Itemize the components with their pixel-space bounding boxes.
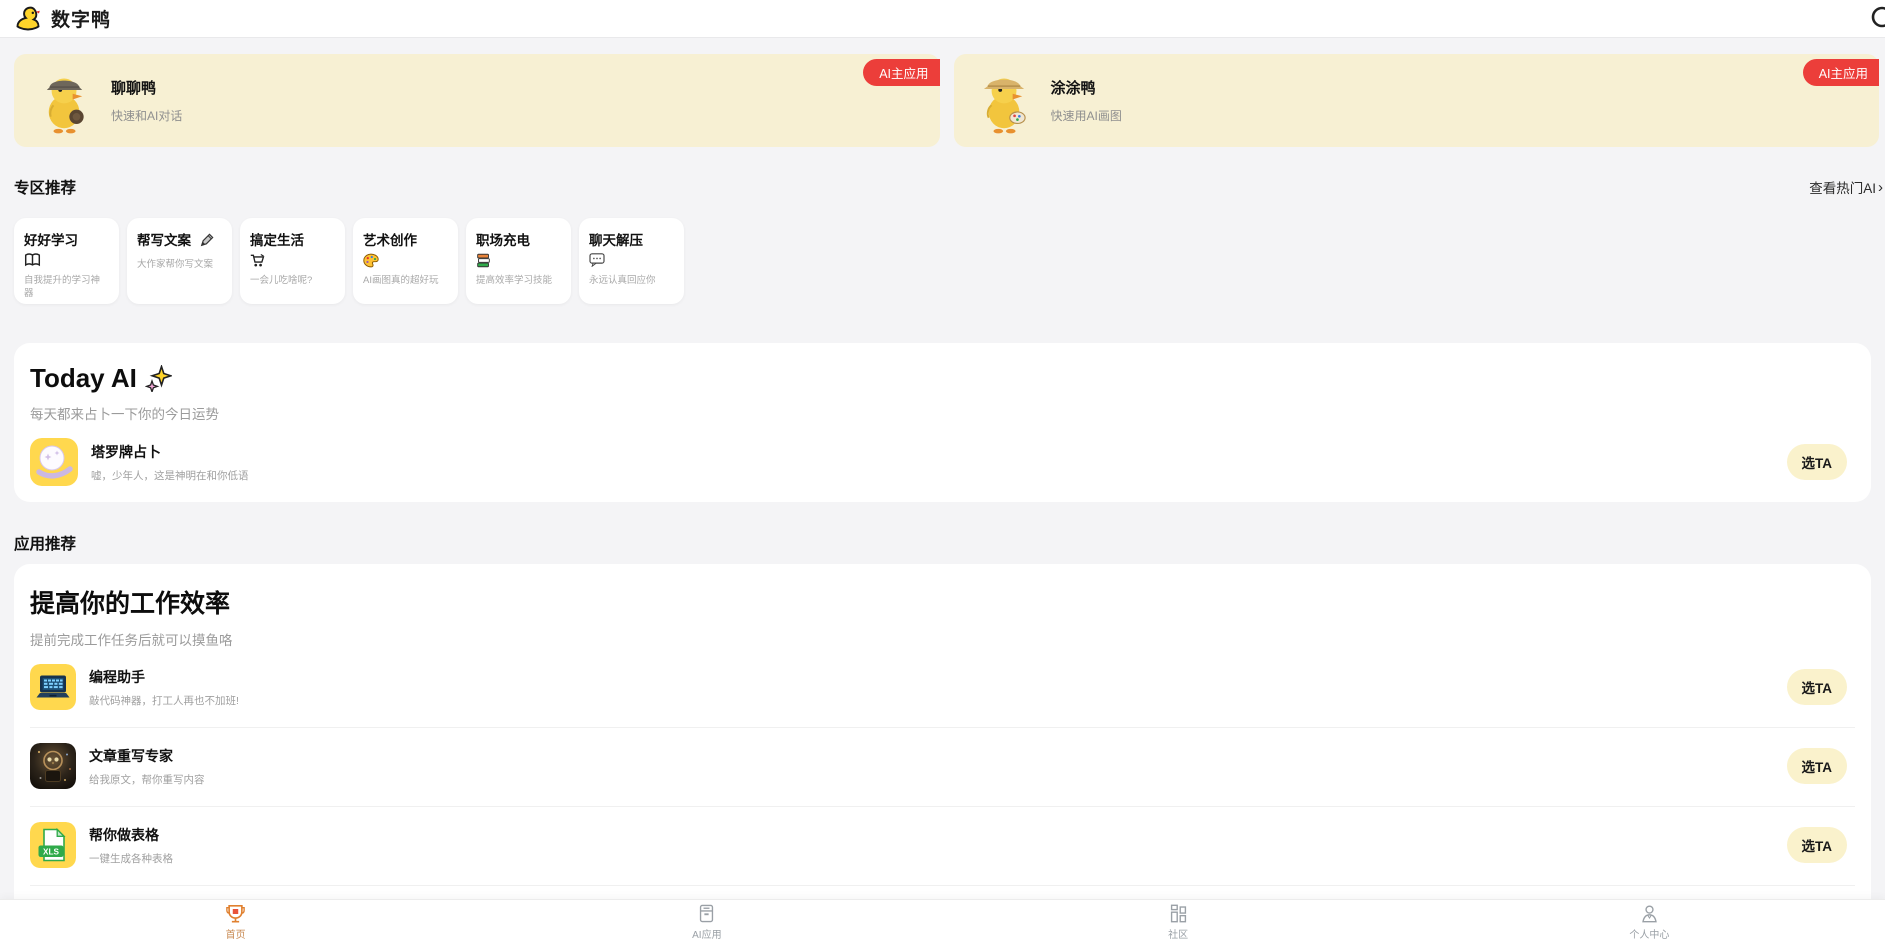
pick-ta-button[interactable]: 选TA [1786, 669, 1847, 705]
zone-card[interactable]: 好好学习 自我提升的学习神器 [14, 218, 119, 304]
home-duck-icon [225, 904, 246, 924]
banner-card[interactable]: 聊聊鸭 快速和AI对话 AI主应用 [14, 54, 940, 147]
xls-icon: XLS [30, 822, 76, 868]
nav-item[interactable]: 个人中心 [1414, 900, 1885, 944]
chat-icon [589, 253, 674, 269]
palette-icon [363, 253, 448, 269]
nav-item[interactable]: AI应用 [471, 900, 942, 944]
zone-card-subtitle: 永远认真回应你 [589, 275, 656, 286]
laptop-icon [30, 664, 76, 710]
app-title: 帮你做表格 [89, 826, 159, 843]
zone-card[interactable]: 艺术创作 AI画图真的超好玩 [353, 218, 458, 304]
today-ai-panel: Today AI 每天都来占卜一下你的今日运势 塔罗牌占卜 嘘，少年人，这是神明… [14, 343, 1871, 502]
banner-subtitle: 快速用AI画图 [1050, 109, 1122, 123]
tarot-title: 塔罗牌占卜 [91, 443, 161, 460]
app-subtitle: 给我原文，帮你重写内容 [89, 773, 205, 786]
zone-card[interactable]: 帮写文案 大作家帮你写文案 [127, 218, 232, 304]
app-subtitle: 敲代码神器，打工人再也不加班! [89, 694, 239, 707]
today-ai-title: Today AI [30, 363, 137, 393]
zone-card-title: 帮写文案 [137, 233, 191, 248]
banner-card[interactable]: 涂涂鸭 快速用AI画图 AI主应用 [953, 54, 1879, 147]
view-hot-ai-link[interactable]: 查看热门AI › [1809, 177, 1883, 197]
today-ai-subtitle: 每天都来占卜一下你的今日运势 [30, 407, 219, 422]
zone-card-title: 搞定生活 [250, 233, 304, 248]
zone-card-subtitle: 自我提升的学习神器 [24, 275, 101, 299]
zone-card-title: 聊天解压 [589, 233, 643, 248]
app-title: 数字鸭 [51, 10, 112, 31]
work-panel-subtitle: 提前完成工作任务后就可以摸鱼咯 [30, 633, 233, 648]
tarot-subtitle: 嘘，少年人，这是神明在和你低语 [91, 469, 249, 482]
pick-ta-button[interactable]: 选TA [1786, 748, 1847, 784]
app-list-item[interactable]: 编程助手 敲代码神器，打工人再也不加班! 选TA [30, 649, 1855, 728]
community-icon [1169, 904, 1188, 924]
zone-card[interactable]: 职场充电 提高效率学习技能 [466, 218, 571, 304]
app-list-item[interactable]: XLS 帮你做表格 一键生成各种表格 选TA [30, 807, 1855, 886]
nav-label: 社区 [1168, 929, 1189, 941]
work-efficiency-panel: 提高你的工作效率 提前完成工作任务后就可以摸鱼咯 编程助手 敲代码神器，打工人再… [14, 564, 1871, 920]
ai-apps-icon [698, 904, 715, 924]
banner-title: 聊聊鸭 [111, 80, 157, 97]
zone-card[interactable]: 搞定生活 一会儿吃啥呢? [240, 218, 345, 304]
zone-card-subtitle: 一会儿吃啥呢? [250, 275, 313, 286]
nav-label: 首页 [225, 929, 246, 941]
nav-label: AI应用 [692, 929, 722, 941]
tarot-row[interactable]: 塔罗牌占卜 嘘，少年人，这是神明在和你低语 选TA [30, 438, 1855, 486]
nav-item[interactable]: 首页 [0, 900, 471, 944]
work-panel-title: 提高你的工作效率 [30, 590, 231, 618]
zone-card-title: 艺术创作 [363, 233, 417, 248]
circle-icon[interactable] [1870, 5, 1885, 29]
duck-logo-icon [14, 5, 42, 33]
painter-duck-image [976, 67, 1034, 134]
profile-icon [1640, 904, 1659, 924]
zone-header: 专区推荐 查看热门AI › [14, 176, 1883, 198]
ai-main-app-badge: AI主应用 [1802, 59, 1879, 86]
zone-card-subtitle: 提高效率学习技能 [476, 275, 553, 286]
zone-card-title: 好好学习 [24, 233, 78, 248]
detective-duck-image [36, 67, 94, 134]
bottom-nav: 首页 AI应用 社区 个人中心 [0, 899, 1885, 944]
banner-subtitle: 快速和AI对话 [111, 109, 183, 123]
app-list: 编程助手 敲代码神器，打工人再也不加班! 选TA 文章重写专家 给我原文，帮你重… [30, 649, 1855, 920]
sparkles-icon [144, 363, 174, 394]
books-icon [476, 253, 561, 269]
pick-ta-button[interactable]: 选TA [1786, 827, 1847, 863]
banner-row: 聊聊鸭 快速和AI对话 AI主应用 涂涂鸭 快速用AI画图 AI主应用 [14, 54, 1879, 147]
book-icon [24, 253, 109, 269]
app-title: 文章重写专家 [89, 747, 173, 764]
ai-main-app-badge: AI主应用 [863, 59, 940, 86]
app-subtitle: 一键生成各种表格 [89, 852, 173, 865]
app-list-item[interactable]: 文章重写专家 给我原文，帮你重写内容 选TA [30, 728, 1855, 807]
cart-icon [250, 253, 335, 269]
chevron-right-icon: › [1878, 178, 1883, 196]
top-bar: 数字鸭 [0, 0, 1885, 38]
zone-card-title: 职场充电 [476, 233, 530, 248]
nav-label: 个人中心 [1629, 929, 1670, 941]
app-section-title: 应用推荐 [14, 536, 77, 553]
zone-card[interactable]: 聊天解压 永远认真回应你 [579, 218, 684, 304]
tarot-icon [30, 438, 78, 486]
zone-card-subtitle: 大作家帮你写文案 [137, 259, 214, 270]
owl-art-icon [30, 743, 76, 789]
pencil-icon [199, 233, 214, 249]
zone-card-row: 好好学习 自我提升的学习神器 帮写文案 大作家帮你写文案 搞定生活 一会儿吃啥呢… [14, 218, 1871, 304]
zone-section-title: 专区推荐 [14, 180, 77, 197]
zone-card-subtitle: AI画图真的超好玩 [363, 275, 439, 286]
nav-item[interactable]: 社区 [943, 900, 1414, 944]
svg-text:XLS: XLS [43, 847, 59, 856]
app-title: 编程助手 [89, 668, 145, 685]
pick-ta-button[interactable]: 选TA [1786, 444, 1847, 480]
banner-title: 涂涂鸭 [1050, 80, 1096, 97]
